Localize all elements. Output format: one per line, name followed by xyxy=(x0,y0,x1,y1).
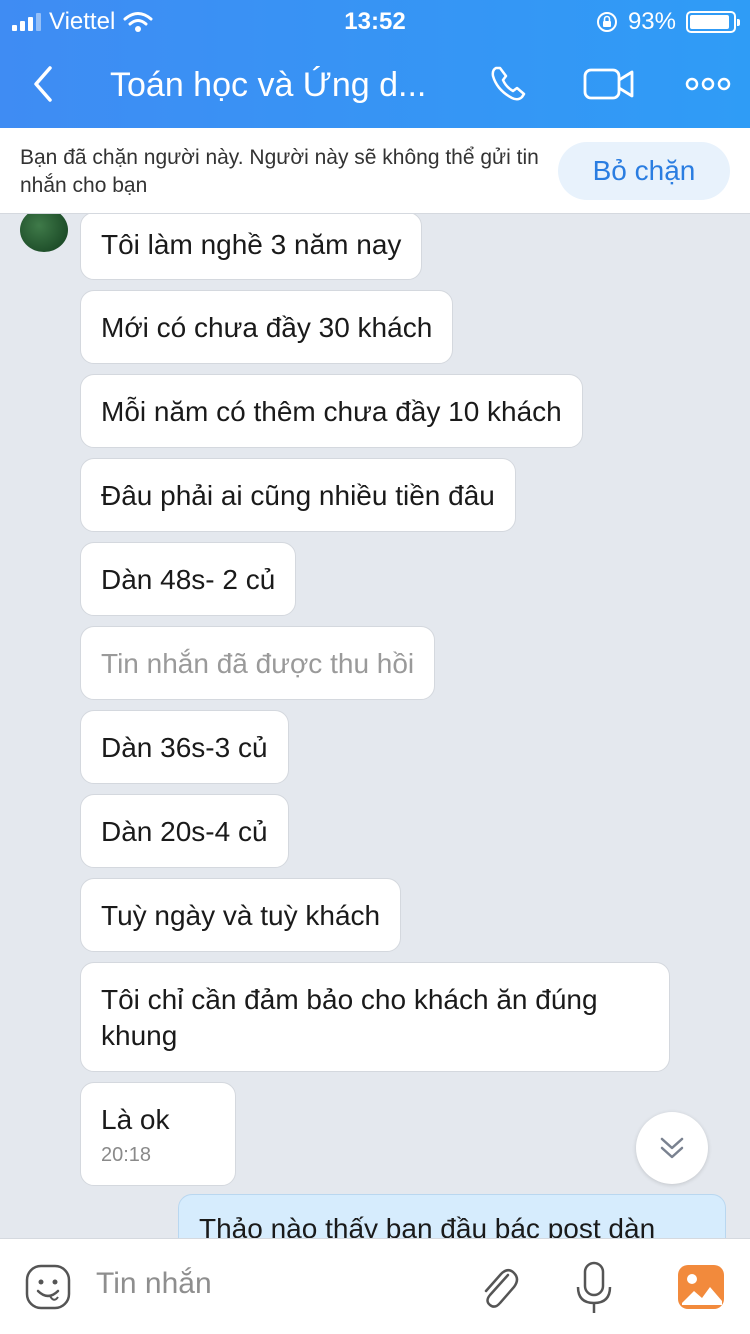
conversation-title[interactable]: Toán học và Ứng d... xyxy=(110,66,450,105)
message-text: Tuỳ ngày và tuỳ khách xyxy=(101,900,381,931)
blocked-banner: Bạn đã chặn người này. Người này sẽ khôn… xyxy=(0,128,750,214)
battery-percent: 93% xyxy=(627,8,676,35)
photo-icon[interactable] xyxy=(676,1263,726,1311)
emoji-icon[interactable] xyxy=(24,1263,72,1311)
video-call-icon[interactable] xyxy=(582,60,636,108)
scroll-to-bottom-button[interactable] xyxy=(636,1112,708,1184)
message-text: Dàn 48s- 2 củ xyxy=(101,564,276,595)
double-chevron-down-icon xyxy=(660,1137,684,1159)
rotation-lock-icon xyxy=(596,12,617,32)
message-text: Thảo nào thấy bạn đầu bác post dàn xyxy=(199,1213,656,1238)
message-bubble[interactable]: Đâu phải ai cũng nhiều tiền đâu xyxy=(80,458,516,532)
message-bubble[interactable]: Mới có chưa đầy 30 khách xyxy=(80,290,454,364)
message-bubble[interactable]: Mỗi năm có thêm chưa đầy 10 khách xyxy=(80,374,583,448)
app-header: Viettel 13:52 93% Toán học và Ứng d... xyxy=(0,0,750,128)
message-bubble[interactable]: Dàn 20s-4 củ xyxy=(80,794,289,868)
message-composer: Tin nhắn xyxy=(0,1238,750,1334)
message-bubble[interactable]: Là ok 20:18 xyxy=(80,1082,236,1186)
sent-message-bubble[interactable]: Thảo nào thấy bạn đầu bác post dàn xyxy=(178,1194,726,1238)
status-bar: Viettel 13:52 93% xyxy=(0,0,750,40)
attachment-icon[interactable] xyxy=(474,1261,522,1313)
battery-icon xyxy=(686,11,740,33)
message-text: Mới có chưa đầy 30 khách xyxy=(101,312,433,343)
message-bubble[interactable]: Tôi chỉ cần đảm bảo cho khách ăn đúng kh… xyxy=(80,962,670,1072)
battery-group: 93% xyxy=(596,8,740,36)
avatar[interactable] xyxy=(20,214,68,252)
message-text: Đâu phải ai cũng nhiều tiền đâu xyxy=(101,480,495,511)
blocked-notice: Bạn đã chặn người này. Người này sẽ khôn… xyxy=(20,146,539,197)
message-bubble[interactable]: Dàn 36s-3 củ xyxy=(80,710,289,784)
message-bubble[interactable]: Tuỳ ngày và tuỳ khách xyxy=(80,878,402,952)
message-list[interactable]: Tôi làm nghề 3 năm nay Mới có chưa đầy 3… xyxy=(0,214,750,1238)
message-text: Tôi làm nghề 3 năm nay xyxy=(101,229,402,260)
more-icon[interactable] xyxy=(684,60,738,108)
recalled-message-bubble[interactable]: Tin nhắn đã được thu hồi xyxy=(80,626,436,700)
unblock-button[interactable]: Bỏ chặn xyxy=(558,142,730,200)
message-bubble[interactable]: Dàn 48s- 2 củ xyxy=(80,542,297,616)
back-chevron-icon[interactable] xyxy=(22,62,66,106)
phone-icon[interactable] xyxy=(482,60,536,108)
message-text: Tôi chỉ cần đảm bảo cho khách ăn đúng kh… xyxy=(101,984,598,1051)
message-bubble[interactable]: Tôi làm nghề 3 năm nay xyxy=(80,214,423,280)
microphone-icon[interactable] xyxy=(574,1261,614,1315)
message-timestamp: 20:18 xyxy=(101,1144,152,1166)
message-text: Mỗi năm có thêm chưa đầy 10 khách xyxy=(101,396,562,427)
navigation-bar: Toán học và Ứng d... xyxy=(0,44,750,128)
message-text: Tin nhắn đã được thu hồi xyxy=(101,648,415,679)
message-text: Dàn 36s-3 củ xyxy=(101,732,268,763)
battery-level xyxy=(690,15,730,29)
message-text: Là ok xyxy=(101,1104,170,1135)
message-text: Dàn 20s-4 củ xyxy=(101,816,268,847)
message-input[interactable]: Tin nhắn xyxy=(96,1267,212,1301)
